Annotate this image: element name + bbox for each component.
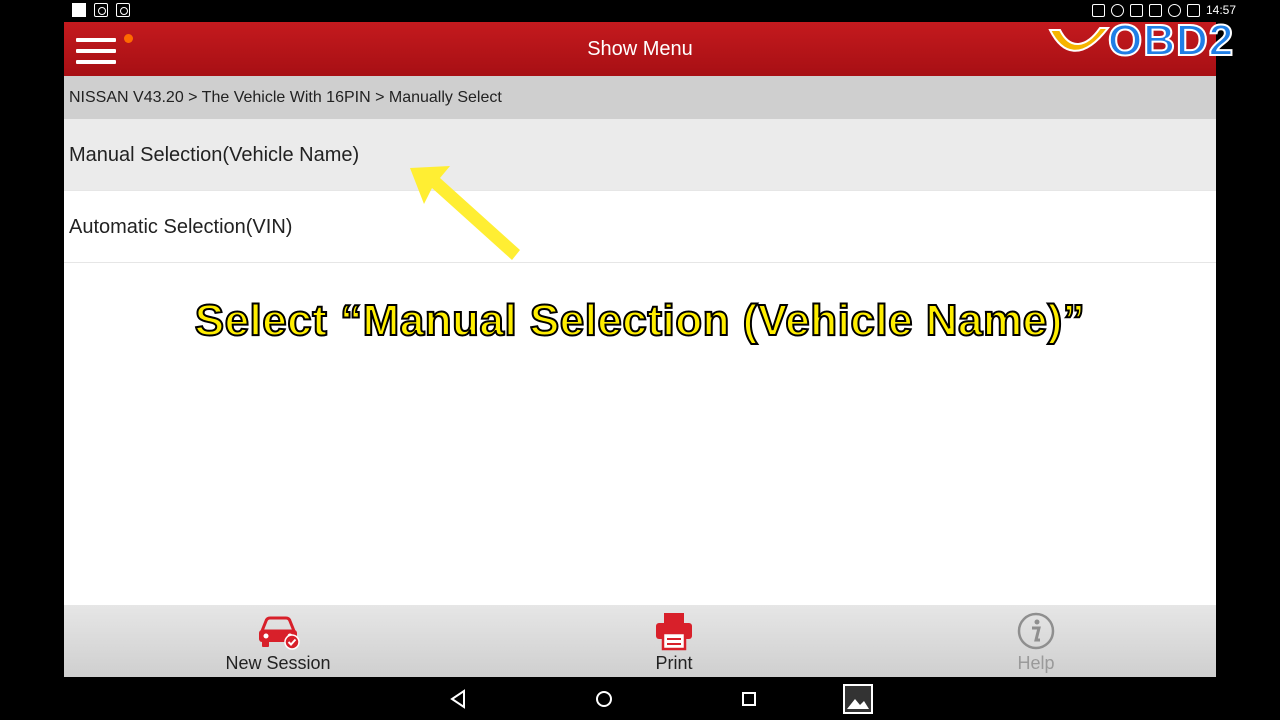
cast-icon (1091, 3, 1105, 17)
status-system: 14:57 (1091, 3, 1236, 17)
help-button[interactable]: Help (936, 605, 1136, 677)
help-label: Help (1017, 653, 1055, 673)
vibrate-icon (1148, 3, 1162, 17)
diagnostic-app: Show Menu OBD2 NISSAN V43.20 > The Vehic… (64, 15, 1234, 677)
screenshot-icon (94, 3, 108, 17)
yellow-arrow-icon (410, 166, 520, 260)
menu-item-label: Automatic Selection(VIN) (69, 216, 293, 238)
back-triangle-icon[interactable] (448, 688, 470, 710)
print-label: Print (655, 653, 693, 673)
printer-icon (656, 613, 692, 651)
navigation-bar (0, 677, 1280, 720)
info-icon (1017, 612, 1055, 650)
top-bar: Show Menu (64, 22, 1216, 76)
status-time: 14:57 (1205, 3, 1236, 17)
tutorial-caption: Select “Manual Selection (Vehicle Name)” (194, 295, 1086, 346)
obd2-watermark-logo: OBD2 (1048, 15, 1278, 72)
notification-dot (124, 34, 133, 43)
menu-item-manual-selection[interactable]: Manual Selection(Vehicle Name) (64, 119, 1216, 191)
gallery-icon[interactable] (842, 683, 874, 715)
hamburger-menu-icon[interactable] (74, 34, 133, 66)
breadcrumb: NISSAN V43.20 > The Vehicle With 16PIN >… (64, 76, 1216, 119)
logo-text: OBD2 (1107, 15, 1235, 66)
bluetooth-icon (1129, 3, 1143, 17)
device-screen: 14:57 Show Menu OBD2 NISSAN V43.20 > The… (0, 0, 1280, 720)
battery-icon (1186, 3, 1200, 17)
selection-menu-list: Manual Selection(Vehicle Name) Automatic… (64, 119, 1216, 263)
recent-square-icon[interactable] (738, 688, 760, 710)
menu-item-label: Manual Selection(Vehicle Name) (69, 144, 360, 166)
page-title: Show Menu (587, 38, 693, 60)
menu-item-automatic-selection[interactable]: Automatic Selection(VIN) (64, 191, 1216, 263)
logo-check-icon (1048, 27, 1111, 52)
print-button[interactable]: Print (574, 605, 774, 677)
new-session-label: New Session (225, 653, 331, 673)
notification-square-icon (72, 3, 86, 17)
status-notifications (72, 3, 130, 17)
new-session-button[interactable]: New Session (178, 605, 378, 677)
home-circle-icon[interactable] (593, 688, 615, 710)
location-icon (1110, 3, 1124, 17)
screenshot-icon (116, 3, 130, 17)
bottom-toolbar: New Session Print Help (64, 605, 1216, 677)
car-check-icon (259, 616, 300, 650)
wifi-icon (1167, 3, 1181, 17)
